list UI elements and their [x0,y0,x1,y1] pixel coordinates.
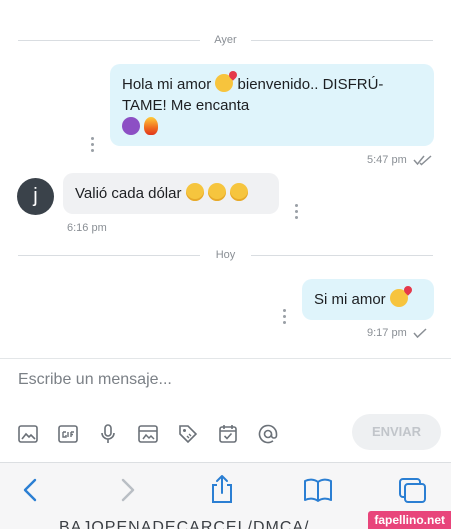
avatar[interactable]: j [17,178,54,215]
at-icon[interactable] [257,423,279,445]
back-icon[interactable] [20,477,40,503]
media-icon[interactable] [137,423,159,445]
send-button[interactable]: ENVIAR [352,414,441,450]
calendar-check-icon[interactable] [217,423,239,445]
watermark: fapellino.net [368,511,451,529]
composer-toolbar [17,423,279,445]
tabs-icon[interactable] [398,477,428,505]
message-options-icon[interactable] [295,204,299,219]
date-separator-yesterday: Ayer [18,32,433,48]
smiling-face-with-hearts-icon [215,74,234,92]
forward-icon[interactable] [118,477,138,503]
url-text: BAJOPENADECARCEL/DMCA/ [59,519,310,529]
microphone-icon[interactable] [97,423,119,445]
divider [251,40,433,41]
image-icon[interactable] [17,423,39,445]
message-text: TAME! Me encanta [122,97,250,114]
smiling-face-icon [229,183,248,201]
check-icon [413,328,427,339]
message-time: 6:16 pm [67,222,107,234]
date-separator-today: Hoy [18,247,433,263]
message-composer: Escribe un mensaje... ENVIAR [0,358,451,463]
message-text: Valió cada dólar [75,185,182,202]
message-text: Si mi amor [314,291,386,308]
smiling-face-with-hearts-icon [389,289,408,307]
message-time: 5:47 pm [367,154,407,166]
outgoing-message-bubble[interactable]: Hola mi amor bienvenido.. DISFRÚ- TAME! … [110,64,434,146]
smiling-face-icon [185,183,204,201]
incoming-message-bubble[interactable]: Valió cada dólar [63,173,279,214]
message-text: bienvenido.. DISFRÚ- [237,76,384,93]
smiling-devil-icon [122,117,140,135]
tag-icon[interactable] [177,423,199,445]
message-options-icon[interactable] [91,137,95,152]
gif-icon[interactable] [57,423,79,445]
outgoing-message-bubble[interactable]: Si mi amor [302,279,434,320]
message-text: Hola mi amor [122,76,212,93]
share-icon[interactable] [209,474,235,504]
message-time: 9:17 pm [367,327,407,339]
double-check-icon [413,155,432,166]
fire-icon [144,117,159,135]
bookmarks-icon[interactable] [302,477,334,503]
message-options-icon[interactable] [283,309,287,324]
message-meta: 6:16 pm [67,222,107,234]
smiling-face-icon [207,183,226,201]
chat-thread: Ayer Hola mi amor bienvenido.. DISFRÚ- T… [0,0,451,358]
divider [251,255,433,256]
message-meta: 9:17 pm [367,327,427,339]
message-meta: 5:47 pm [367,154,433,166]
message-input[interactable]: Escribe un mensaje... [18,371,172,389]
